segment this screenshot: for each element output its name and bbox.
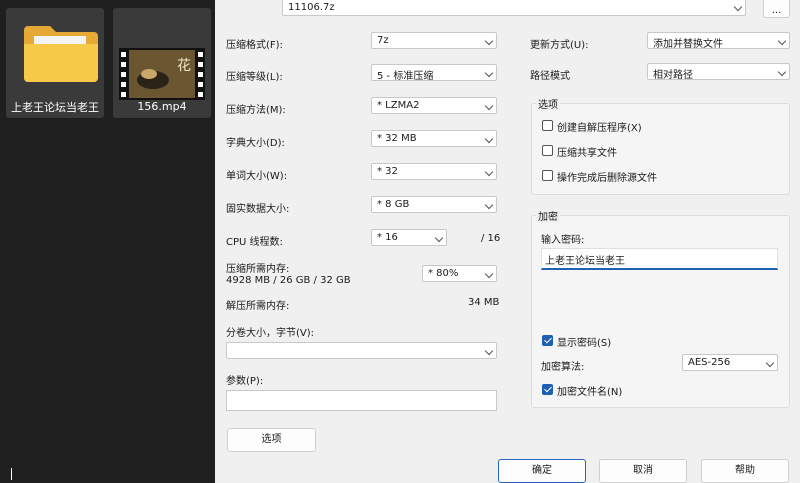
update-mode-label: 更新方式(U): [530, 40, 589, 51]
show-password-label: 显示密码(S) [557, 338, 612, 349]
password-label: 输入密码: [541, 235, 585, 246]
dictionary-size-value: * 32 MB [377, 133, 417, 144]
compression-memory-label: 压缩所需内存: [226, 264, 290, 275]
compression-memory-detail: 4928 MB / 26 GB / 32 GB [226, 275, 351, 286]
format-value: 7z [377, 35, 389, 46]
folder-name: 上老王论坛当老王 [11, 101, 99, 114]
add-to-archive-dialog: 11106.7z ... 压缩格式(F): 7z 压缩等级(L): 5 - 标准… [215, 0, 800, 483]
video-file-item[interactable]: 花 156.mp4 [113, 8, 211, 118]
video-file-name: 156.mp4 [137, 100, 187, 113]
method-select[interactable]: * LZMA2 [371, 97, 497, 114]
chevron-down-icon [484, 200, 494, 210]
memory-usage-select[interactable]: * 80% [422, 265, 497, 282]
archive-path-value: 11106.7z [288, 2, 335, 13]
chevron-down-icon [484, 346, 494, 356]
memory-usage-value: * 80% [428, 268, 459, 279]
encryption-method-value: AES-256 [688, 357, 731, 368]
format-label: 压缩格式(F): [226, 40, 283, 51]
options-group-title: 选项 [536, 96, 560, 111]
text-cursor [11, 468, 12, 480]
level-select[interactable]: 5 - 标准压缩 [371, 64, 497, 82]
chevron-down-icon [765, 358, 775, 368]
update-mode-select[interactable]: 添加并替换文件 [647, 32, 790, 50]
method-value: * LZMA2 [377, 100, 420, 111]
cpu-threads-total: / 16 [481, 233, 501, 244]
decompression-memory-value: 34 MB [468, 297, 500, 308]
browse-button[interactable]: ... [763, 0, 790, 18]
parameters-label: 参数(P): [226, 376, 264, 387]
dictionary-size-label: 字典大小(D): [226, 138, 285, 149]
word-size-label: 单词大小(W): [226, 171, 288, 182]
decompression-memory-label: 解压所需内存: [226, 301, 290, 312]
path-mode-value: 相对路径 [653, 70, 693, 81]
video-thumbnail: 花 [119, 48, 205, 100]
archive-path-combo[interactable]: 11106.7z [282, 0, 746, 16]
encryption-method-select[interactable]: AES-256 [682, 354, 778, 371]
show-password-checkbox[interactable] [542, 335, 553, 346]
method-label: 压缩方法(M): [226, 105, 286, 116]
password-value: 上老王论坛当老王 [545, 256, 625, 267]
sfx-label: 创建自解压程序(X) [557, 123, 642, 134]
volume-size-label: 分卷大小，字节(V): [226, 328, 315, 339]
encrypt-names-label: 加密文件名(N) [557, 387, 623, 398]
level-value: 5 - 标准压缩 [377, 71, 434, 82]
chevron-down-icon [733, 2, 743, 12]
volume-size-combo[interactable] [226, 342, 497, 359]
chevron-down-icon [484, 68, 494, 78]
delete-after-checkbox[interactable] [542, 170, 553, 181]
chevron-down-icon [777, 67, 787, 77]
word-size-value: * 32 [377, 166, 398, 177]
solid-block-value: * 8 GB [377, 199, 410, 210]
chevron-down-icon [484, 36, 494, 46]
help-button[interactable]: 帮助 [701, 459, 789, 483]
chevron-down-icon [484, 167, 494, 177]
chevron-down-icon [434, 233, 444, 243]
update-mode-value: 添加并替换文件 [653, 39, 723, 50]
thumbnail-calligraphy: 花 [177, 58, 191, 74]
path-mode-select[interactable]: 相对路径 [647, 63, 790, 81]
solid-block-label: 固实数据大小: [226, 204, 290, 215]
format-select[interactable]: 7z [371, 32, 497, 49]
solid-block-select[interactable]: * 8 GB [371, 196, 497, 213]
chevron-down-icon [484, 134, 494, 144]
encrypt-names-checkbox[interactable] [542, 384, 553, 395]
encryption-method-label: 加密算法: [541, 362, 585, 373]
parameters-input[interactable] [226, 390, 497, 411]
file-explorer-pane: 上老王论坛当老王 花 156.mp4 [0, 0, 215, 483]
level-label: 压缩等级(L): [226, 72, 283, 83]
chevron-down-icon [484, 269, 494, 279]
options-button[interactable]: 选项 [227, 428, 316, 452]
folder-item[interactable]: 上老王论坛当老王 [6, 8, 104, 118]
password-input[interactable]: 上老王论坛当老王 [541, 248, 778, 270]
ok-button[interactable]: 确定 [498, 459, 586, 483]
cpu-threads-select[interactable]: * 16 [371, 229, 447, 246]
delete-after-label: 操作完成后删除源文件 [557, 173, 657, 184]
sfx-checkbox[interactable] [542, 120, 553, 131]
shared-files-checkbox[interactable] [542, 145, 553, 156]
cancel-button[interactable]: 取消 [599, 459, 687, 483]
folder-icon [24, 26, 98, 82]
shared-files-label: 压缩共享文件 [557, 148, 617, 159]
chevron-down-icon [484, 101, 494, 111]
word-size-select[interactable]: * 32 [371, 163, 497, 180]
encryption-group-title: 加密 [536, 208, 560, 223]
path-mode-label: 路径模式 [530, 71, 570, 82]
dictionary-size-select[interactable]: * 32 MB [371, 130, 497, 147]
cpu-threads-value: * 16 [377, 232, 398, 243]
chevron-down-icon [777, 36, 787, 46]
cpu-threads-label: CPU 线程数: [226, 237, 283, 248]
